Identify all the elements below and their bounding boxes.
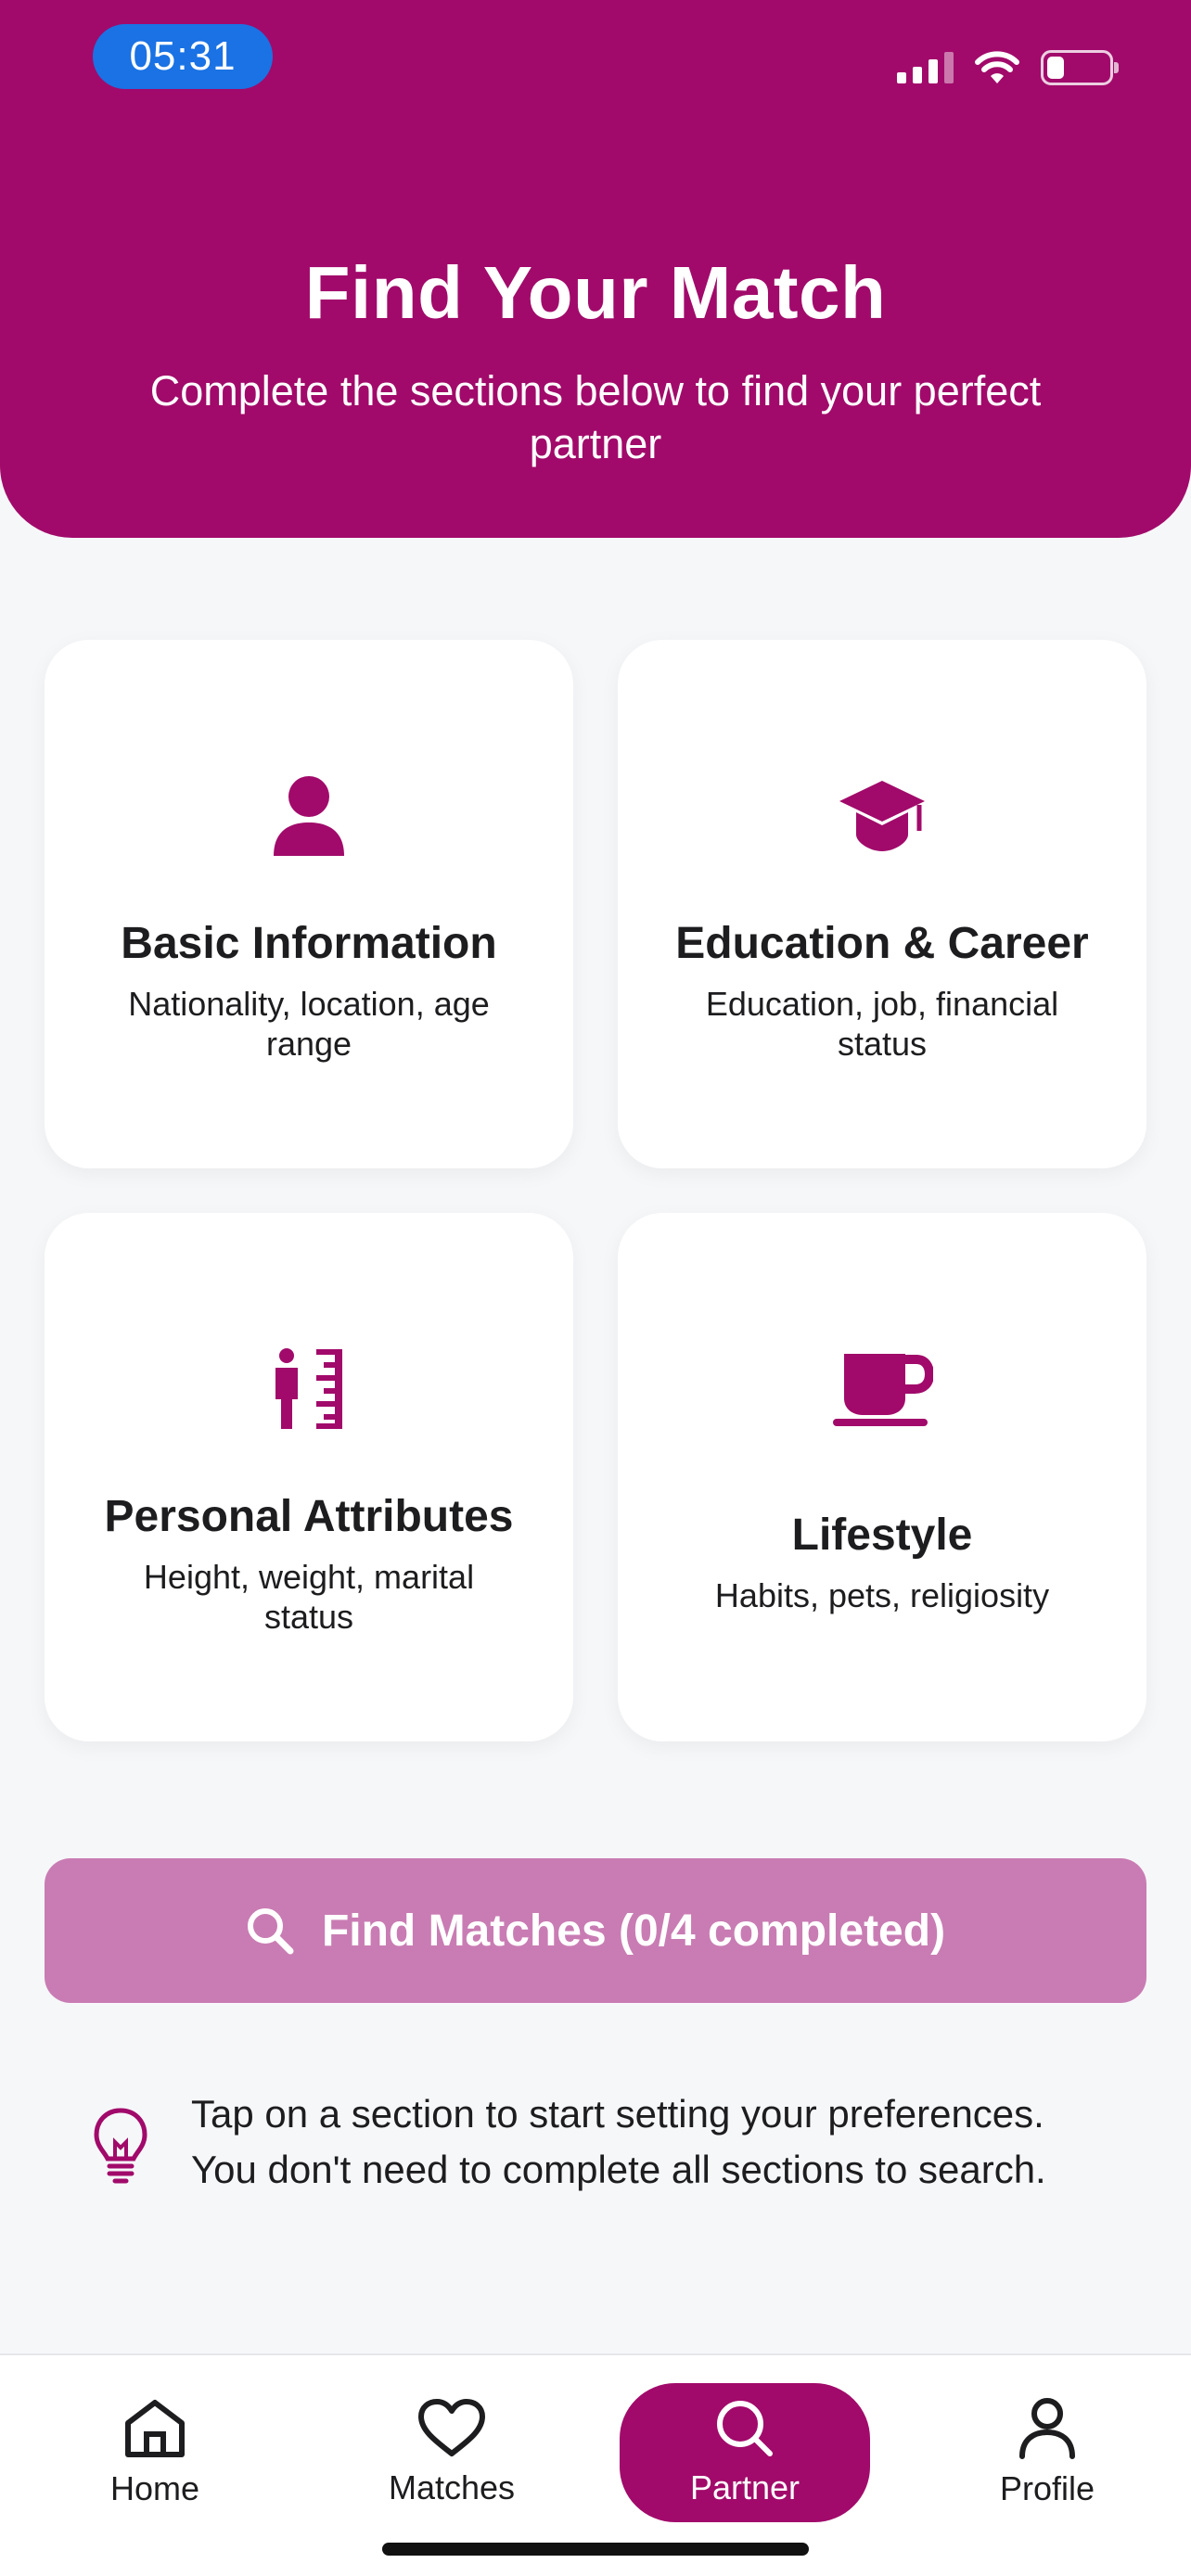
section-card-basic-information[interactable]: Basic Information Nationality, location,… (45, 640, 573, 1168)
section-description: Education, job, financial status (705, 985, 1059, 1063)
tab-profile[interactable]: Profile (922, 2383, 1172, 2522)
tab-label: Matches (388, 2468, 516, 2506)
home-indicator (382, 2543, 809, 2556)
tab-label: Home (109, 2469, 200, 2507)
section-description: Nationality, location, age range (128, 985, 490, 1063)
search-icon (247, 1908, 294, 1955)
header: 05:31 Find Your Match Complete the secti… (0, 0, 1191, 538)
section-card-education-career[interactable]: Education & Career Education, job, finan… (618, 640, 1146, 1168)
section-title: Personal Attributes (104, 1492, 514, 1541)
tab-matches[interactable]: Matches (327, 2383, 577, 2522)
wifi-icon (975, 51, 1019, 83)
tip-line-1: Tap on a section to start setting your p… (191, 2092, 1044, 2136)
heart-icon (418, 2399, 485, 2456)
find-matches-label: Find Matches (0/4 completed) (321, 1906, 946, 1956)
section-title: Lifestyle (791, 1511, 973, 1560)
tab-label: Partner (689, 2468, 800, 2506)
tip-line-2: You don't need to complete all sections … (191, 2148, 1046, 2191)
graduation-cap-icon (826, 760, 938, 872)
tab-label: Profile (999, 2469, 1095, 2507)
section-card-personal-attributes[interactable]: Personal Attributes Height, weight, mari… (45, 1213, 573, 1741)
tip-text: Tap on a section to start setting your p… (191, 2086, 1046, 2198)
section-title: Education & Career (675, 919, 1089, 968)
page-subtitle: Complete the sections below to find your… (149, 367, 1042, 467)
search-icon (717, 2401, 773, 2456)
home-icon (125, 2400, 185, 2457)
height-ruler-icon (253, 1333, 365, 1445)
cellular-signal-icon (897, 52, 954, 83)
section-title: Basic Information (121, 919, 497, 968)
coffee-cup-icon (826, 1333, 938, 1445)
find-matches-button[interactable]: Find Matches (0/4 completed) (45, 1858, 1146, 2003)
section-card-lifestyle[interactable]: Lifestyle Habits, pets, religiosity (618, 1213, 1146, 1741)
battery-icon (1041, 50, 1119, 85)
tab-partner[interactable]: Partner (620, 2383, 870, 2522)
lightbulb-icon (94, 2108, 147, 2184)
tab-home[interactable]: Home (30, 2383, 280, 2522)
section-description: Height, weight, marital status (143, 1558, 475, 1636)
status-time: 05:31 (93, 24, 273, 89)
tip: Tap on a section to start setting your p… (93, 2086, 1113, 2198)
person-outline-icon (1019, 2398, 1075, 2459)
section-description: Habits, pets, religiosity (714, 1576, 1050, 1614)
tab-bar: Home Matches Partner Profile (0, 2353, 1191, 2576)
page-title: Find Your Match (304, 251, 887, 334)
person-icon (253, 760, 365, 872)
status-icons (897, 45, 1119, 91)
